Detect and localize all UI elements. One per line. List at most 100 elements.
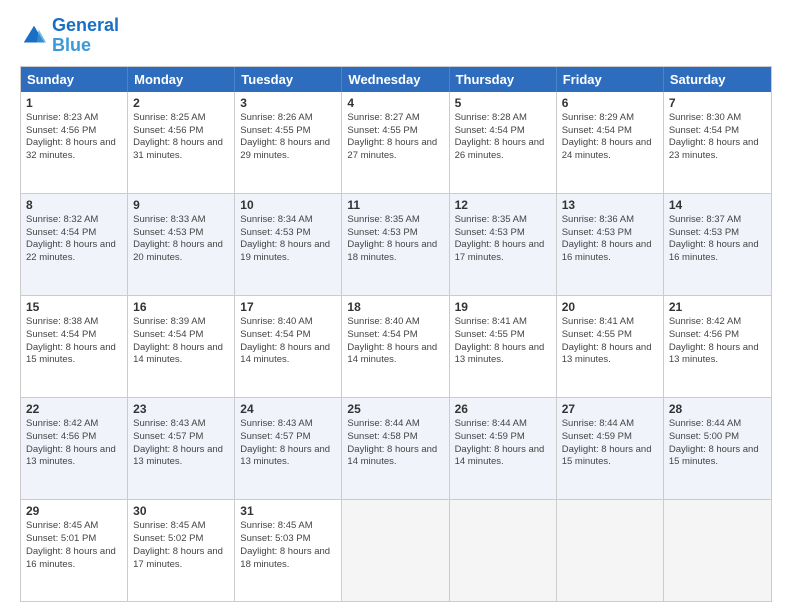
- daylight: Daylight: 8 hours and 27 minutes.: [347, 137, 443, 163]
- calendar-cell: 23Sunrise: 8:43 AMSunset: 4:57 PMDayligh…: [128, 398, 235, 499]
- calendar-header: SundayMondayTuesdayWednesdayThursdayFrid…: [21, 67, 771, 92]
- sunrise: Sunrise: 8:32 AM: [26, 214, 122, 227]
- sunrise: Sunrise: 8:45 AM: [133, 520, 229, 533]
- calendar-cell: 19Sunrise: 8:41 AMSunset: 4:55 PMDayligh…: [450, 296, 557, 397]
- daylight: Daylight: 8 hours and 16 minutes.: [669, 239, 766, 265]
- calendar-cell: 21Sunrise: 8:42 AMSunset: 4:56 PMDayligh…: [664, 296, 771, 397]
- calendar-cell: 8Sunrise: 8:32 AMSunset: 4:54 PMDaylight…: [21, 194, 128, 295]
- sunrise: Sunrise: 8:25 AM: [133, 112, 229, 125]
- sunset: Sunset: 4:54 PM: [133, 329, 229, 342]
- sunrise: Sunrise: 8:44 AM: [347, 418, 443, 431]
- calendar-cell: 11Sunrise: 8:35 AMSunset: 4:53 PMDayligh…: [342, 194, 449, 295]
- sunset: Sunset: 4:57 PM: [240, 431, 336, 444]
- daylight: Daylight: 8 hours and 13 minutes.: [562, 342, 658, 368]
- daylight: Daylight: 8 hours and 13 minutes.: [133, 444, 229, 470]
- sunset: Sunset: 4:54 PM: [26, 329, 122, 342]
- sunrise: Sunrise: 8:35 AM: [455, 214, 551, 227]
- daylight: Daylight: 8 hours and 29 minutes.: [240, 137, 336, 163]
- calendar-cell-empty: [342, 500, 449, 601]
- calendar-cell: 27Sunrise: 8:44 AMSunset: 4:59 PMDayligh…: [557, 398, 664, 499]
- calendar-cell: 13Sunrise: 8:36 AMSunset: 4:53 PMDayligh…: [557, 194, 664, 295]
- logo-icon: [20, 22, 48, 50]
- weekday-header: Friday: [557, 67, 664, 92]
- day-number: 9: [133, 197, 229, 213]
- sunset: Sunset: 4:57 PM: [133, 431, 229, 444]
- daylight: Daylight: 8 hours and 17 minutes.: [133, 546, 229, 572]
- daylight: Daylight: 8 hours and 15 minutes.: [562, 444, 658, 470]
- daylight: Daylight: 8 hours and 26 minutes.: [455, 137, 551, 163]
- sunset: Sunset: 4:56 PM: [26, 431, 122, 444]
- sunset: Sunset: 4:55 PM: [347, 125, 443, 138]
- page: GeneralBlue SundayMondayTuesdayWednesday…: [0, 0, 792, 612]
- calendar-cell: 25Sunrise: 8:44 AMSunset: 4:58 PMDayligh…: [342, 398, 449, 499]
- day-number: 2: [133, 95, 229, 111]
- sunset: Sunset: 4:54 PM: [669, 125, 766, 138]
- sunset: Sunset: 4:54 PM: [347, 329, 443, 342]
- sunset: Sunset: 4:55 PM: [562, 329, 658, 342]
- daylight: Daylight: 8 hours and 19 minutes.: [240, 239, 336, 265]
- calendar-cell: 14Sunrise: 8:37 AMSunset: 4:53 PMDayligh…: [664, 194, 771, 295]
- calendar-cell: 31Sunrise: 8:45 AMSunset: 5:03 PMDayligh…: [235, 500, 342, 601]
- sunrise: Sunrise: 8:37 AM: [669, 214, 766, 227]
- day-number: 27: [562, 401, 658, 417]
- calendar-row: 22Sunrise: 8:42 AMSunset: 4:56 PMDayligh…: [21, 397, 771, 499]
- sunrise: Sunrise: 8:28 AM: [455, 112, 551, 125]
- calendar-cell: 5Sunrise: 8:28 AMSunset: 4:54 PMDaylight…: [450, 92, 557, 193]
- daylight: Daylight: 8 hours and 14 minutes.: [240, 342, 336, 368]
- day-number: 15: [26, 299, 122, 315]
- sunset: Sunset: 4:53 PM: [669, 227, 766, 240]
- day-number: 30: [133, 503, 229, 519]
- sunrise: Sunrise: 8:42 AM: [669, 316, 766, 329]
- day-number: 4: [347, 95, 443, 111]
- daylight: Daylight: 8 hours and 13 minutes.: [455, 342, 551, 368]
- sunset: Sunset: 4:54 PM: [562, 125, 658, 138]
- daylight: Daylight: 8 hours and 24 minutes.: [562, 137, 658, 163]
- sunrise: Sunrise: 8:44 AM: [455, 418, 551, 431]
- calendar-cell: 22Sunrise: 8:42 AMSunset: 4:56 PMDayligh…: [21, 398, 128, 499]
- weekday-header: Tuesday: [235, 67, 342, 92]
- day-number: 25: [347, 401, 443, 417]
- sunset: Sunset: 4:59 PM: [455, 431, 551, 444]
- daylight: Daylight: 8 hours and 20 minutes.: [133, 239, 229, 265]
- day-number: 12: [455, 197, 551, 213]
- day-number: 14: [669, 197, 766, 213]
- sunset: Sunset: 4:53 PM: [133, 227, 229, 240]
- daylight: Daylight: 8 hours and 18 minutes.: [240, 546, 336, 572]
- sunset: Sunset: 4:56 PM: [26, 125, 122, 138]
- sunset: Sunset: 4:54 PM: [26, 227, 122, 240]
- calendar-cell: 17Sunrise: 8:40 AMSunset: 4:54 PMDayligh…: [235, 296, 342, 397]
- daylight: Daylight: 8 hours and 18 minutes.: [347, 239, 443, 265]
- calendar-cell: 4Sunrise: 8:27 AMSunset: 4:55 PMDaylight…: [342, 92, 449, 193]
- day-number: 17: [240, 299, 336, 315]
- calendar-cell: 18Sunrise: 8:40 AMSunset: 4:54 PMDayligh…: [342, 296, 449, 397]
- sunset: Sunset: 4:55 PM: [240, 125, 336, 138]
- sunset: Sunset: 4:58 PM: [347, 431, 443, 444]
- sunrise: Sunrise: 8:34 AM: [240, 214, 336, 227]
- day-number: 19: [455, 299, 551, 315]
- daylight: Daylight: 8 hours and 31 minutes.: [133, 137, 229, 163]
- sunrise: Sunrise: 8:30 AM: [669, 112, 766, 125]
- calendar-cell-empty: [664, 500, 771, 601]
- sunset: Sunset: 4:53 PM: [562, 227, 658, 240]
- sunrise: Sunrise: 8:40 AM: [347, 316, 443, 329]
- sunset: Sunset: 4:56 PM: [669, 329, 766, 342]
- sunset: Sunset: 4:54 PM: [240, 329, 336, 342]
- calendar-cell-empty: [557, 500, 664, 601]
- sunrise: Sunrise: 8:42 AM: [26, 418, 122, 431]
- daylight: Daylight: 8 hours and 14 minutes.: [133, 342, 229, 368]
- day-number: 7: [669, 95, 766, 111]
- calendar-cell: 16Sunrise: 8:39 AMSunset: 4:54 PMDayligh…: [128, 296, 235, 397]
- sunrise: Sunrise: 8:35 AM: [347, 214, 443, 227]
- daylight: Daylight: 8 hours and 15 minutes.: [26, 342, 122, 368]
- day-number: 13: [562, 197, 658, 213]
- weekday-header: Wednesday: [342, 67, 449, 92]
- calendar: SundayMondayTuesdayWednesdayThursdayFrid…: [20, 66, 772, 602]
- day-number: 3: [240, 95, 336, 111]
- sunrise: Sunrise: 8:23 AM: [26, 112, 122, 125]
- sunrise: Sunrise: 8:38 AM: [26, 316, 122, 329]
- day-number: 24: [240, 401, 336, 417]
- sunset: Sunset: 4:55 PM: [455, 329, 551, 342]
- daylight: Daylight: 8 hours and 16 minutes.: [562, 239, 658, 265]
- sunrise: Sunrise: 8:45 AM: [240, 520, 336, 533]
- calendar-row: 29Sunrise: 8:45 AMSunset: 5:01 PMDayligh…: [21, 499, 771, 601]
